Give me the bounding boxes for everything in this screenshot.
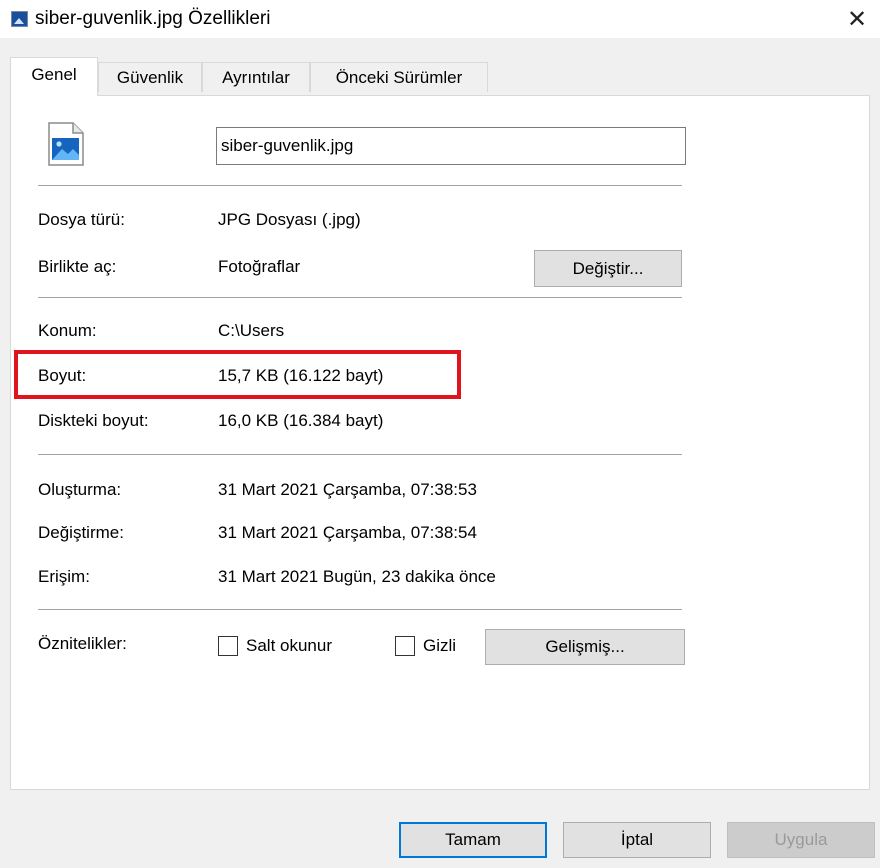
size-on-disk-value: 16,0 KB (16.384 bayt) <box>218 411 384 430</box>
tab-genel[interactable]: Genel <box>10 57 98 96</box>
separator <box>38 454 682 455</box>
cancel-button[interactable]: İptal <box>563 822 711 858</box>
title-bar: siber-guvenlik.jpg Özellikleri ✕ <box>0 0 880 38</box>
created-label: Oluşturma: <box>38 480 122 499</box>
filename-input[interactable] <box>216 127 686 165</box>
location-value: C:\Users <box>218 321 285 340</box>
general-tab-panel <box>10 95 870 790</box>
tab-guvenlik[interactable]: Güvenlik <box>98 62 202 92</box>
ok-button[interactable]: Tamam <box>399 822 547 858</box>
hidden-label: Gizli <box>423 636 457 655</box>
tab-ayrintilar[interactable]: Ayrıntılar <box>202 62 310 92</box>
modified-label: Değiştirme: <box>38 523 124 542</box>
tab-onceki-surumler[interactable]: Önceki Sürümler <box>310 62 488 92</box>
readonly-checkbox[interactable] <box>218 636 238 656</box>
accessed-label: Erişim: <box>38 567 90 586</box>
size-on-disk-label: Diskteki boyut: <box>38 411 149 430</box>
file-type-value: JPG Dosyası (.jpg) <box>218 210 361 229</box>
image-file-icon <box>48 122 84 166</box>
size-value: 15,7 KB (16.122 bayt) <box>218 366 384 385</box>
separator <box>38 609 682 610</box>
image-file-icon <box>11 11 28 27</box>
opens-with-label: Birlikte aç: <box>38 257 117 276</box>
close-button[interactable]: ✕ <box>834 0 880 38</box>
separator <box>38 297 682 298</box>
file-type-label: Dosya türü: <box>38 210 125 229</box>
accessed-value: 31 Mart 2021 Bugün, 23 dakika önce <box>218 567 496 586</box>
readonly-label: Salt okunur <box>246 636 332 655</box>
advanced-button[interactable]: Gelişmiş... <box>485 629 685 665</box>
hidden-checkbox[interactable] <box>395 636 415 656</box>
size-label: Boyut: <box>38 366 87 385</box>
apply-button: Uygula <box>727 822 875 858</box>
created-value: 31 Mart 2021 Çarşamba, 07:38:53 <box>218 480 477 499</box>
attributes-label: Öznitelikler: <box>38 634 127 653</box>
separator <box>38 185 682 186</box>
change-button[interactable]: Değiştir... <box>534 250 682 287</box>
modified-value: 31 Mart 2021 Çarşamba, 07:38:54 <box>218 523 477 542</box>
window-title: siber-guvenlik.jpg Özellikleri <box>35 8 271 29</box>
opens-with-value: Fotoğraflar <box>218 257 301 276</box>
location-label: Konum: <box>38 321 97 340</box>
